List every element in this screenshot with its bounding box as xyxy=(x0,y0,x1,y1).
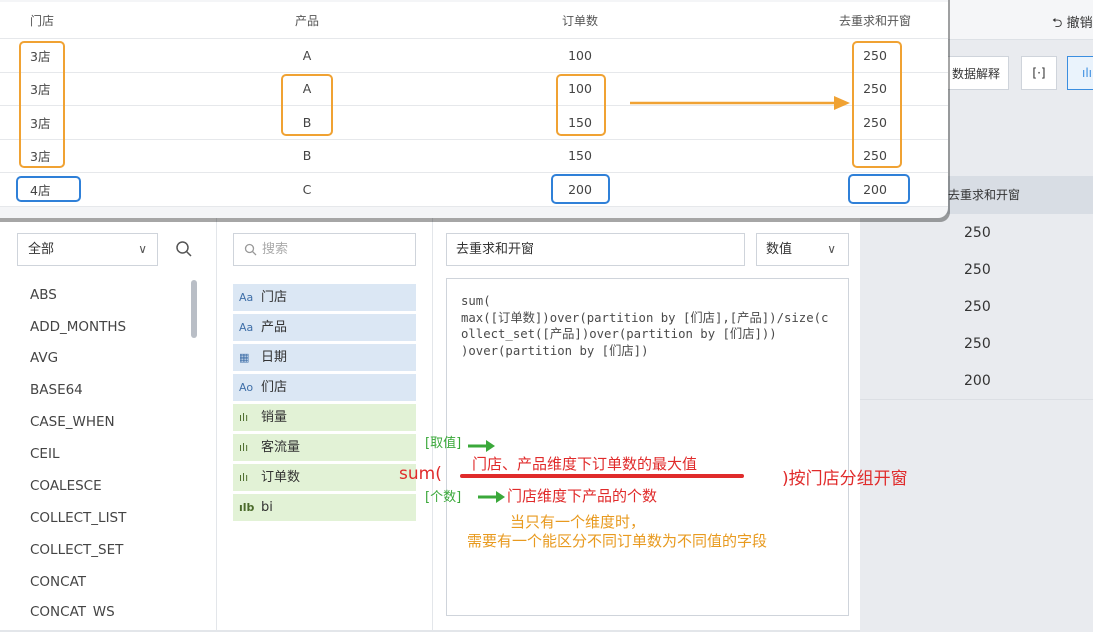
annotation-note: 当只有一个维度时， xyxy=(510,513,646,531)
field-name-input[interactable]: 去重求和开窗 xyxy=(446,233,745,266)
highlight-box-blue xyxy=(16,176,81,202)
bar-chart-icon: ılı xyxy=(239,441,249,454)
annotation-product-count: 门店维度下产品的个数 xyxy=(507,487,658,505)
annotation-count-label: [个数] xyxy=(425,490,462,505)
table-header: 门店 产品 订单数 去重求和开窗 xyxy=(0,2,948,39)
text-type-icon: Ao xyxy=(239,381,254,394)
annotation-take-label: [取值] xyxy=(425,436,462,451)
highlight-box-orange xyxy=(19,41,65,168)
field-name: bi xyxy=(261,500,273,515)
table-cell: B xyxy=(302,148,312,164)
function-item[interactable]: CONCAT xyxy=(30,574,86,590)
table-cell: A xyxy=(302,47,312,63)
field-name: 订单数 xyxy=(261,470,301,485)
function-category-value: 全部 xyxy=(28,242,55,257)
function-item[interactable]: CASE_WHEN xyxy=(30,414,115,430)
function-item[interactable]: COLLECT_SET xyxy=(30,542,123,558)
undo-label: 撤销 xyxy=(1066,16,1093,31)
table-cell: C xyxy=(302,181,312,197)
bar-chart-icon: ılı xyxy=(239,411,249,424)
field-name: 产品 xyxy=(261,320,288,335)
function-item[interactable]: BASE64 xyxy=(30,382,83,398)
formula-editor[interactable]: sum( max([订单数])over(partition by [们店],[产… xyxy=(446,278,849,616)
function-item[interactable]: AVG xyxy=(30,350,58,366)
undo-button[interactable]: ⮌ 撤销 xyxy=(1052,12,1093,36)
annotation-sum: sum( xyxy=(399,464,442,484)
calendar-icon: ▦ xyxy=(239,351,250,364)
formula-line: max([订单数])over(partition by [们店],[产品])/s… xyxy=(461,310,829,342)
function-list-scrollbar[interactable] xyxy=(191,280,197,338)
search-icon[interactable] xyxy=(175,240,193,258)
column-header: 去重求和开窗 xyxy=(838,13,911,28)
field-name: 们店 xyxy=(261,380,288,395)
highlight-box-orange xyxy=(556,74,606,136)
function-item[interactable]: COLLECT_LIST xyxy=(30,510,126,526)
table-cell: 150 xyxy=(568,148,592,164)
field-item[interactable]: ılb bi xyxy=(233,494,416,521)
highlight-box-blue xyxy=(551,174,610,204)
function-category-select[interactable]: 全部 ∨ xyxy=(17,233,158,266)
field-item[interactable]: ▦ 日期 xyxy=(233,344,416,371)
formula-line: sum( xyxy=(461,294,491,308)
value-type-value: 数值 xyxy=(766,242,793,257)
highlight-box-orange xyxy=(852,41,902,168)
annotation-window-group: )按门店分组开窗 xyxy=(782,469,908,489)
column-header: 产品 xyxy=(294,13,319,28)
field-item[interactable]: ılı 客流量 xyxy=(233,434,416,461)
search-icon xyxy=(244,243,257,256)
formula-line: )over(partition by [们店]) xyxy=(461,343,649,358)
field-item[interactable]: ılı 订单数 xyxy=(233,464,416,491)
bg-table-cell: 200 xyxy=(860,362,1093,400)
code-icon: [·] xyxy=(1032,66,1046,80)
annotation-arrow xyxy=(468,440,495,452)
code-view-button[interactable]: [·] xyxy=(1021,56,1057,90)
annotation-arrow xyxy=(478,491,505,503)
field-item[interactable]: Aa 产品 xyxy=(233,314,416,341)
function-item[interactable]: ABS xyxy=(30,287,57,303)
bar-chart-icon: ılı xyxy=(1081,66,1092,80)
chart-type-button[interactable]: ılı xyxy=(1067,56,1093,90)
field-name: 销量 xyxy=(261,410,288,425)
bg-table-cell: 250 xyxy=(860,288,1093,326)
annotation-arrow xyxy=(630,96,850,110)
column-header: 订单数 xyxy=(561,13,598,28)
table-row: 3店 B 150 250 xyxy=(0,139,948,173)
function-item[interactable]: CEIL xyxy=(30,446,59,462)
formula-text: sum( max([订单数])over(partition by [们店],[产… xyxy=(461,293,835,359)
field-search-placeholder: 搜索 xyxy=(262,242,289,257)
preview-table-popup: 门店 产品 订单数 去重求和开窗 3店 A 100 250 3店 A 100 2… xyxy=(0,0,948,218)
divider xyxy=(216,205,217,632)
bar-chart-icon: ılı xyxy=(239,471,249,484)
function-item[interactable]: CONCAT_WS xyxy=(30,604,115,617)
highlight-box-blue xyxy=(848,174,910,204)
table-row: 4店 C 200 200 xyxy=(0,173,948,207)
highlight-box-orange xyxy=(281,74,333,136)
divider xyxy=(432,205,433,632)
function-item[interactable]: COALESCE xyxy=(30,478,102,494)
bg-table-cell: 250 xyxy=(860,251,1093,289)
annotation-max-value: 门店、产品维度下订单数的最大值 xyxy=(472,455,698,473)
function-item[interactable]: ADD_MONTHS xyxy=(30,319,126,335)
bg-table-cell: 250 xyxy=(860,325,1093,363)
data-explain-button[interactable]: 数据解释 xyxy=(945,56,1009,90)
table-row: 3店 A 100 250 xyxy=(0,39,948,73)
value-type-select[interactable]: 数值 ∨ xyxy=(756,233,849,266)
field-item[interactable]: Ao 们店 xyxy=(233,374,416,401)
annotation-note: 需要有一个能区分不同订单数为不同值的字段 xyxy=(467,532,768,550)
field-name: 日期 xyxy=(261,350,288,365)
text-type-icon: Aa xyxy=(239,291,254,304)
annotation-divider-line xyxy=(460,474,744,478)
field-name: 门店 xyxy=(261,290,288,305)
undo-icon: ⮌ xyxy=(1052,16,1063,31)
bar-chart-bold-icon: ılb xyxy=(239,501,255,514)
chevron-down-icon: ∨ xyxy=(138,242,147,256)
field-search-input[interactable]: 搜索 xyxy=(233,233,416,266)
field-item[interactable]: ılı 销量 xyxy=(233,404,416,431)
field-item[interactable]: Aa 门店 xyxy=(233,284,416,311)
field-name: 客流量 xyxy=(261,440,301,455)
chevron-down-icon: ∨ xyxy=(827,242,836,256)
text-type-icon: Aa xyxy=(239,321,254,334)
table-cell: 100 xyxy=(568,47,592,63)
column-header: 门店 xyxy=(30,13,55,28)
